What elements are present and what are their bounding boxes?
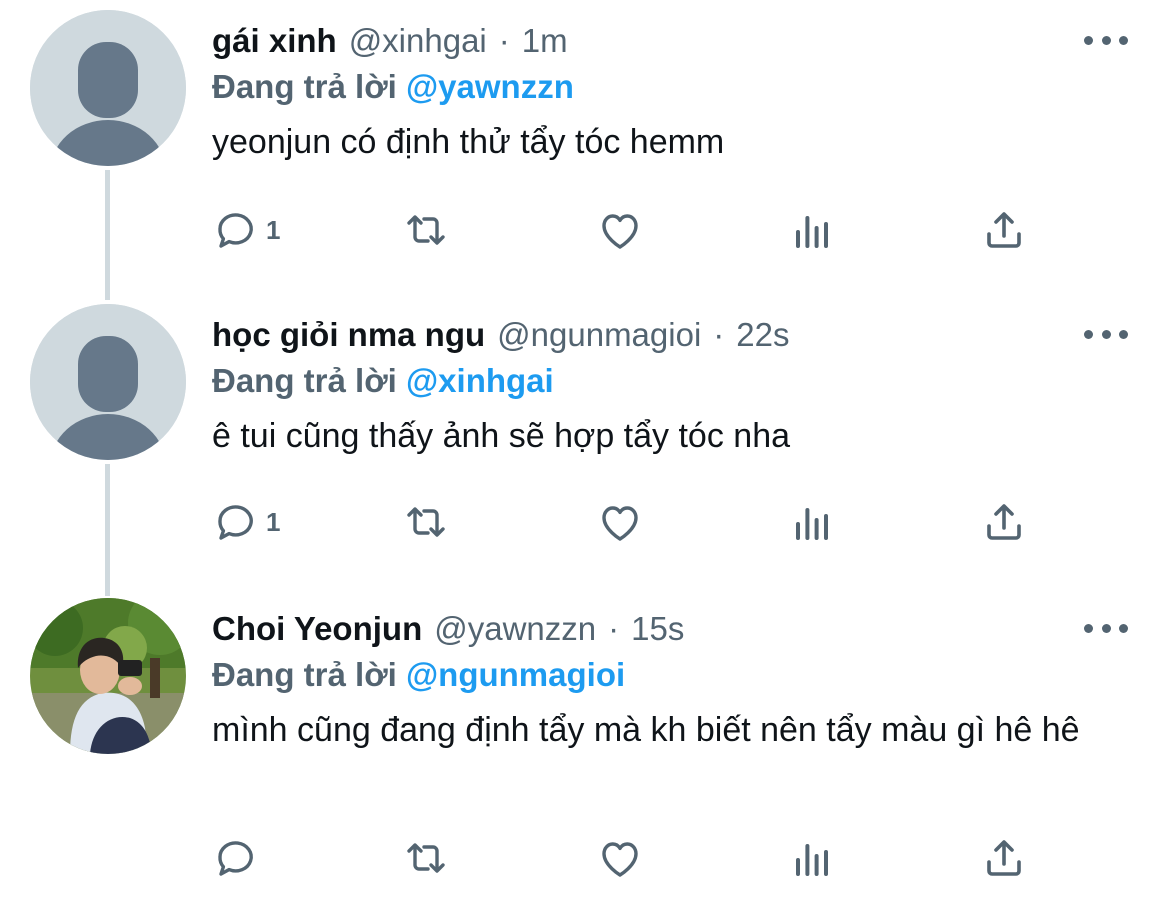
analytics-button[interactable] xyxy=(788,492,836,552)
tweet[interactable]: Choi Yeonjun @yawnzzn · 15s Đang trả lời… xyxy=(0,588,1170,899)
retweet-button[interactable] xyxy=(402,828,450,888)
user-handle[interactable]: @xinhgai xyxy=(349,16,487,66)
tweet-text: yeonjun có định thử tẩy tóc hemm xyxy=(212,123,725,161)
like-icon xyxy=(602,506,638,541)
replying-prefix: Đang trả lời xyxy=(212,68,397,105)
replying-handle-link[interactable]: @ngunmagioi xyxy=(406,656,625,693)
like-icon xyxy=(602,214,638,249)
retweet-icon xyxy=(407,215,445,245)
reply-count: 1 xyxy=(266,214,281,245)
tweet-header: Choi Yeonjun @yawnzzn · 15s xyxy=(212,604,684,654)
more-icon[interactable] xyxy=(1084,28,1128,52)
analytics-icon xyxy=(796,508,828,540)
reply-count: 1 xyxy=(266,506,281,537)
replying-to: Đang trả lời @ngunmagioi xyxy=(212,650,625,700)
display-name[interactable]: Choi Yeonjun xyxy=(212,604,422,654)
avatar[interactable] xyxy=(30,10,186,166)
retweet-icon xyxy=(407,843,445,873)
display-name[interactable]: gái xinh xyxy=(212,16,337,66)
tweet-actions: 1 xyxy=(212,492,1112,552)
reply-button[interactable]: 1 xyxy=(212,200,280,260)
analytics-icon xyxy=(796,844,828,876)
replying-handle-link[interactable]: @xinhgai xyxy=(406,362,554,399)
tweet-header: học giỏi nma ngu @ngunmagioi · 22s xyxy=(212,310,790,360)
replying-to: Đang trả lời @yawnzzn xyxy=(212,62,574,112)
like-button[interactable] xyxy=(596,200,644,260)
timestamp[interactable]: 1m xyxy=(522,16,568,66)
share-icon xyxy=(987,212,1021,248)
tweet[interactable]: gái xinh @xinhgai · 1m Đang trả lời @yaw… xyxy=(0,0,1170,294)
reply-button[interactable] xyxy=(212,828,266,888)
replying-to: Đang trả lời @xinhgai xyxy=(212,356,554,406)
tweet-text: mình cũng đang định tẩy mà kh biết nên t… xyxy=(212,711,1080,749)
avatar[interactable] xyxy=(30,304,186,460)
default-avatar-icon xyxy=(30,304,186,460)
separator: · xyxy=(608,610,620,647)
tweet-text: ê tui cũng thấy ảnh sẽ hợp tẩy tóc nha xyxy=(212,417,791,455)
share-button[interactable] xyxy=(980,828,1028,888)
tweet-actions: 1 xyxy=(212,200,1112,260)
retweet-button[interactable] xyxy=(402,200,450,260)
separator: · xyxy=(498,22,510,59)
share-icon xyxy=(987,840,1021,876)
reply-button[interactable]: 1 xyxy=(212,492,280,552)
like-icon xyxy=(602,842,638,877)
analytics-button[interactable] xyxy=(788,828,836,888)
replying-handle-link[interactable]: @yawnzzn xyxy=(406,68,574,105)
reply-icon xyxy=(218,213,253,248)
share-button[interactable] xyxy=(980,492,1028,552)
display-name[interactable]: học giỏi nma ngu xyxy=(212,310,485,360)
default-avatar-icon xyxy=(30,10,186,166)
user-handle[interactable]: @ngunmagioi xyxy=(497,310,701,360)
like-button[interactable] xyxy=(596,828,644,888)
replying-prefix: Đang trả lời xyxy=(212,362,397,399)
separator: · xyxy=(713,316,725,353)
replying-prefix: Đang trả lời xyxy=(212,656,397,693)
tweet[interactable]: học giỏi nma ngu @ngunmagioi · 22s Đang … xyxy=(0,294,1170,588)
more-icon[interactable] xyxy=(1084,616,1128,640)
analytics-button[interactable] xyxy=(788,200,836,260)
analytics-icon xyxy=(796,216,828,248)
photo-avatar-icon xyxy=(30,598,186,754)
share-icon xyxy=(987,504,1021,540)
tweet-header: gái xinh @xinhgai · 1m xyxy=(212,16,568,66)
share-button[interactable] xyxy=(980,200,1028,260)
timestamp[interactable]: 22s xyxy=(736,310,789,360)
reply-icon xyxy=(218,841,253,876)
tweet-actions xyxy=(212,828,1112,888)
timestamp[interactable]: 15s xyxy=(631,604,684,654)
avatar[interactable] xyxy=(30,598,186,754)
retweet-icon xyxy=(407,507,445,537)
more-icon[interactable] xyxy=(1084,322,1128,346)
like-button[interactable] xyxy=(596,492,644,552)
reply-icon xyxy=(218,505,253,540)
user-handle[interactable]: @yawnzzn xyxy=(434,604,596,654)
retweet-button[interactable] xyxy=(402,492,450,552)
